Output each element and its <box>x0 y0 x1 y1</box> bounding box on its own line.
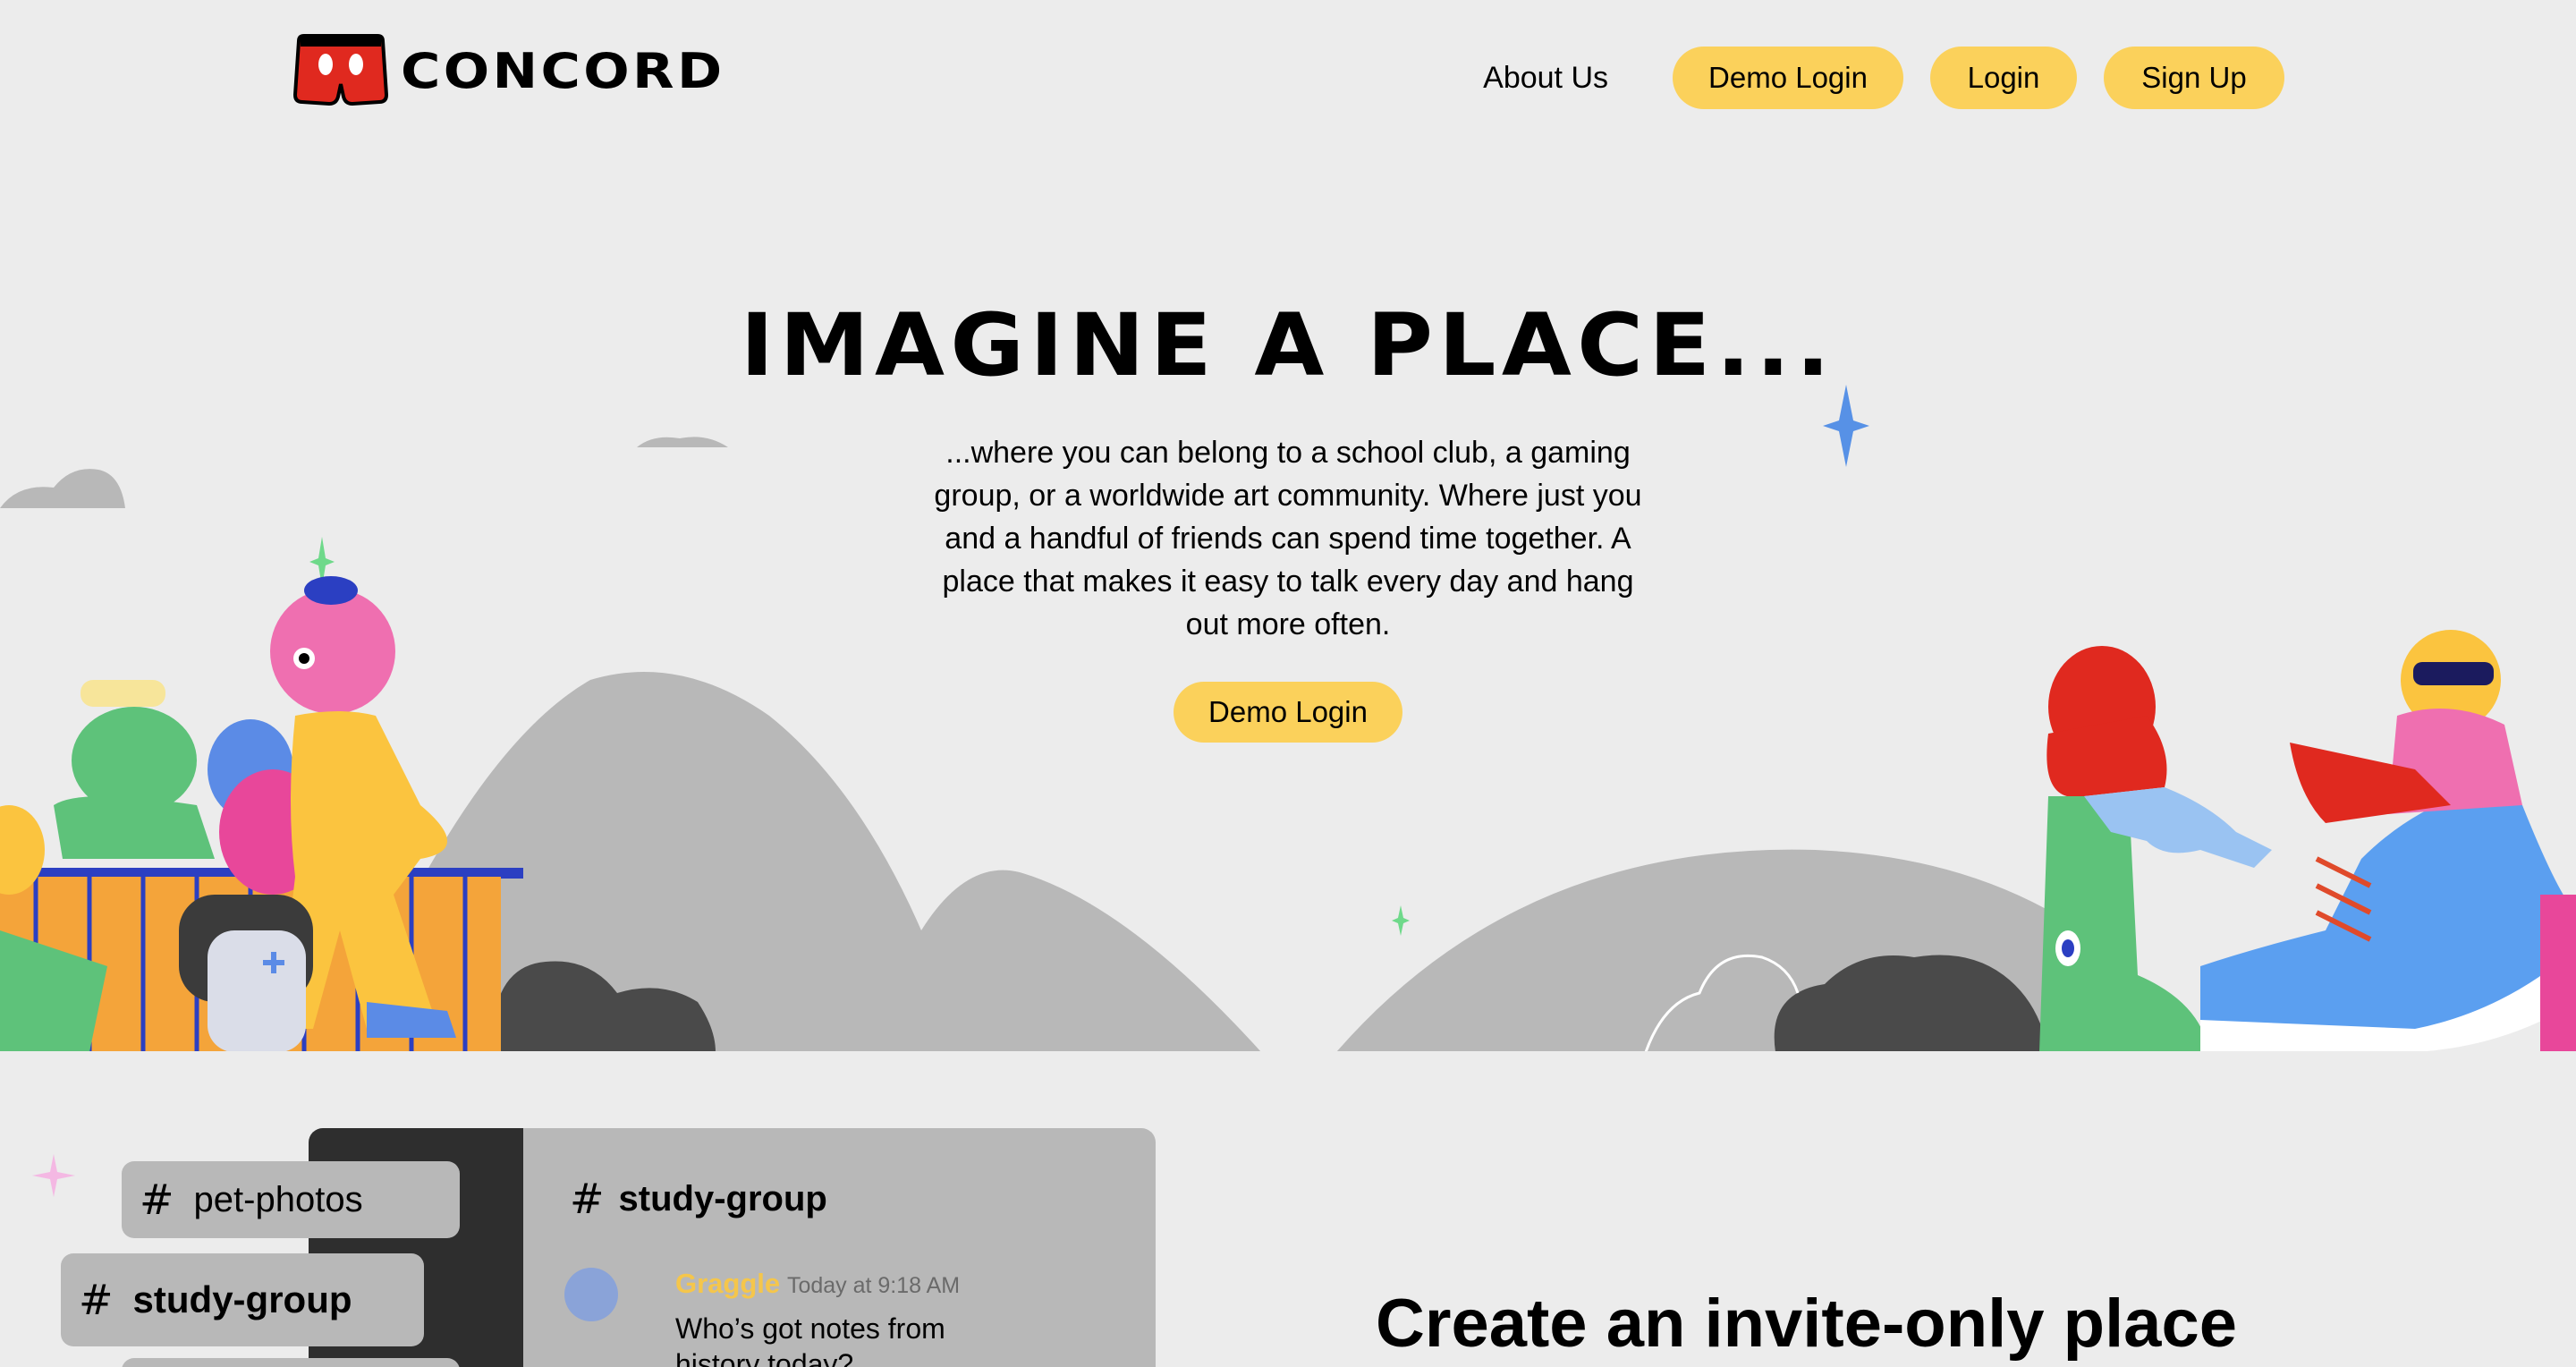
channel-label: pet-photos <box>193 1179 363 1219</box>
cloud-small <box>637 437 728 447</box>
login-button[interactable]: Login <box>1930 47 2077 109</box>
sign-up-button[interactable]: Sign Up <box>2104 47 2284 109</box>
brand-name: CONCORD <box>401 42 725 99</box>
avatar <box>564 1268 618 1321</box>
sparkle-blue-icon <box>1823 385 1869 467</box>
top-nav: About Us Demo Login Login Sign Up <box>1483 47 2284 109</box>
channel-pill-study-group: # study-group <box>61 1253 424 1346</box>
sparkle-pink-icon-small <box>32 1154 75 1197</box>
channel-title: study-group <box>618 1178 827 1218</box>
section-heading: Create an invite-only place <box>1376 1286 2237 1362</box>
hero-demo-login-button[interactable]: Demo Login <box>1174 682 1402 743</box>
channel-header: # study-group <box>570 1175 827 1223</box>
demo-login-button[interactable]: Demo Login <box>1673 47 1903 109</box>
about-us-link[interactable]: About Us <box>1483 61 1608 96</box>
message-body: Who’s got notes from history today? <box>675 1312 945 1367</box>
sparkle-green-icon-2 <box>1392 905 1410 936</box>
cloud-left <box>0 469 125 508</box>
chat-panel: # study-group Graggle Today at 9:18 AM W… <box>523 1128 1156 1367</box>
landing-page: CONCORD About Us Demo Login Login Sign U… <box>0 0 2576 1367</box>
shorts-logo-icon <box>293 34 388 106</box>
pink-character <box>270 589 395 714</box>
channel-pill-partial <box>122 1358 460 1367</box>
hash-icon: # <box>79 1276 114 1324</box>
message-header: Graggle Today at 9:18 AM <box>675 1268 960 1300</box>
message-time: Today at 9:18 AM <box>786 1273 961 1298</box>
hash-icon: # <box>140 1176 174 1224</box>
hash-icon: # <box>570 1175 605 1223</box>
hero-title: IMAGINE A PLACE... <box>740 295 1836 395</box>
controller-icon <box>208 930 306 1052</box>
brand-logo[interactable]: CONCORD <box>293 32 722 109</box>
channel-pill-pet-photos: # pet-photos <box>122 1161 460 1238</box>
hero-description: ...where you can belong to a school club… <box>934 436 1642 641</box>
channel-label: study-group <box>132 1278 352 1320</box>
message-author: Graggle <box>675 1268 781 1299</box>
